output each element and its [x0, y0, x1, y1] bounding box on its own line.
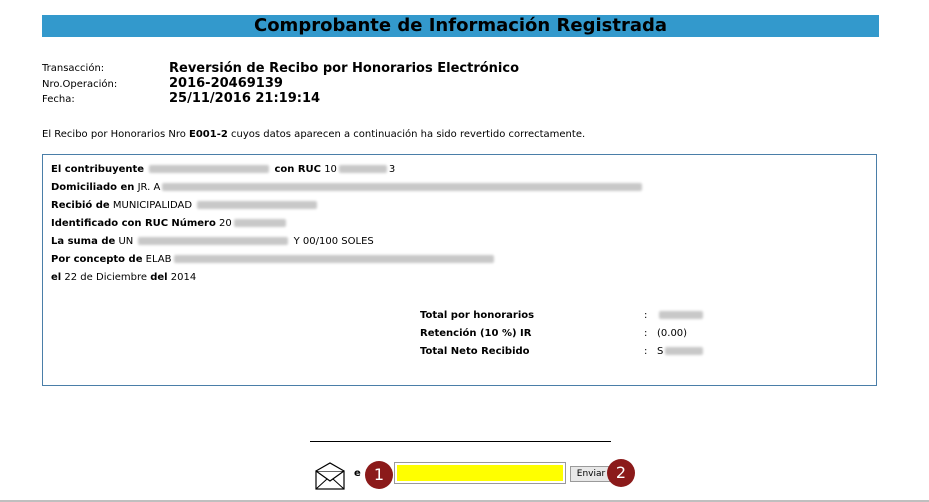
envelope-icon[interactable] [315, 462, 345, 494]
operation-label: Nro.Operación: [42, 79, 118, 90]
notice-prefix: El Recibo por Honorarios Nro [42, 129, 190, 140]
email-input[interactable] [394, 462, 566, 484]
notice-suffix: cuyos datos aparecen a continuación ha s… [227, 129, 586, 140]
redacted-honorarios [659, 311, 703, 319]
receipt-box: El contribuyente con RUC 10 3 Domiciliado… [42, 154, 877, 386]
sum-suffix: Y 00/100 SOLES [293, 236, 374, 247]
transaction-value: Reversión de Recibo por Honorarios Elect… [169, 61, 520, 76]
date-value: 25/11/2016 21:19:14 [169, 91, 321, 106]
received-label: Recibió de [51, 200, 110, 211]
date-del: del [150, 272, 168, 283]
received-value: MUNICIPALIDAD [112, 200, 193, 211]
ruc-suffix: 3 [388, 164, 396, 175]
redacted-name [149, 165, 270, 173]
honorarios-value [657, 309, 705, 322]
date-label: Fecha: [42, 94, 75, 105]
operation-value: 2016-20469139 [169, 76, 283, 91]
receipt-date-line: el 22 de Diciembre del 2014 [51, 271, 196, 284]
step-1-badge: 1 [365, 461, 393, 489]
concept-label: Por concepto de [51, 254, 143, 265]
date-el: el [51, 272, 62, 283]
email-label: e [354, 468, 361, 479]
redacted-address [162, 183, 643, 191]
identified-prefix: 20 [219, 218, 232, 229]
honorarios-colon: : [644, 310, 648, 321]
neto-colon: : [644, 346, 648, 357]
redacted-ruc [338, 165, 387, 173]
ruc-label: con RUC [274, 164, 321, 175]
address-line: Domiciliado en JR. A [51, 181, 644, 194]
number-label: Número [171, 218, 216, 229]
email-input-highlight [397, 465, 563, 481]
redacted-concept [173, 255, 494, 263]
address-prefix: JR. A [137, 182, 161, 193]
concept-line: Por concepto de ELAB [51, 253, 496, 266]
retencion-label: Retención (10 %) IR [420, 328, 532, 339]
contributor-line: El contribuyente con RUC 10 3 [51, 163, 395, 176]
divider [310, 441, 611, 442]
neto-value: S [657, 345, 705, 358]
neto-prefix: S [657, 346, 664, 357]
date-month: Diciembre [96, 272, 148, 283]
neto-label: Total Neto Recibido [420, 346, 530, 357]
sum-prefix: UN [118, 236, 134, 247]
receipt-number: E001-2 [189, 129, 228, 140]
concept-prefix: ELAB [145, 254, 172, 265]
sum-label: La suma de [51, 236, 116, 247]
revert-notice: El Recibo por Honorarios Nro E001-2 cuyo… [42, 129, 585, 141]
step-2-badge: 2 [607, 459, 635, 487]
redacted-payer-ruc [233, 219, 286, 227]
retencion-colon: : [644, 328, 648, 339]
received-line: Recibió de MUNICIPALIDAD [51, 199, 319, 212]
sum-line: La suma de UN Y 00/100 SOLES [51, 235, 374, 248]
ruc-prefix: 10 [324, 164, 337, 175]
redacted-payer [197, 201, 318, 209]
identified-line: Identificado con RUC Número 20 [51, 217, 288, 230]
contributor-label: El contribuyente [51, 164, 145, 175]
date-year: 2014 [170, 272, 197, 283]
page-title: Comprobante de Información Registrada [42, 15, 879, 37]
identified-label: Identificado con RUC [51, 218, 169, 229]
retencion-value: (0.00) [657, 328, 688, 339]
date-day: 22 de [64, 272, 93, 283]
honorarios-label: Total por honorarios [420, 310, 535, 321]
address-label: Domiciliado en [51, 182, 135, 193]
send-button[interactable]: Enviar [570, 466, 612, 482]
redacted-neto [665, 347, 704, 355]
redacted-amount-words [138, 237, 289, 245]
transaction-label: Transacción: [42, 63, 105, 74]
